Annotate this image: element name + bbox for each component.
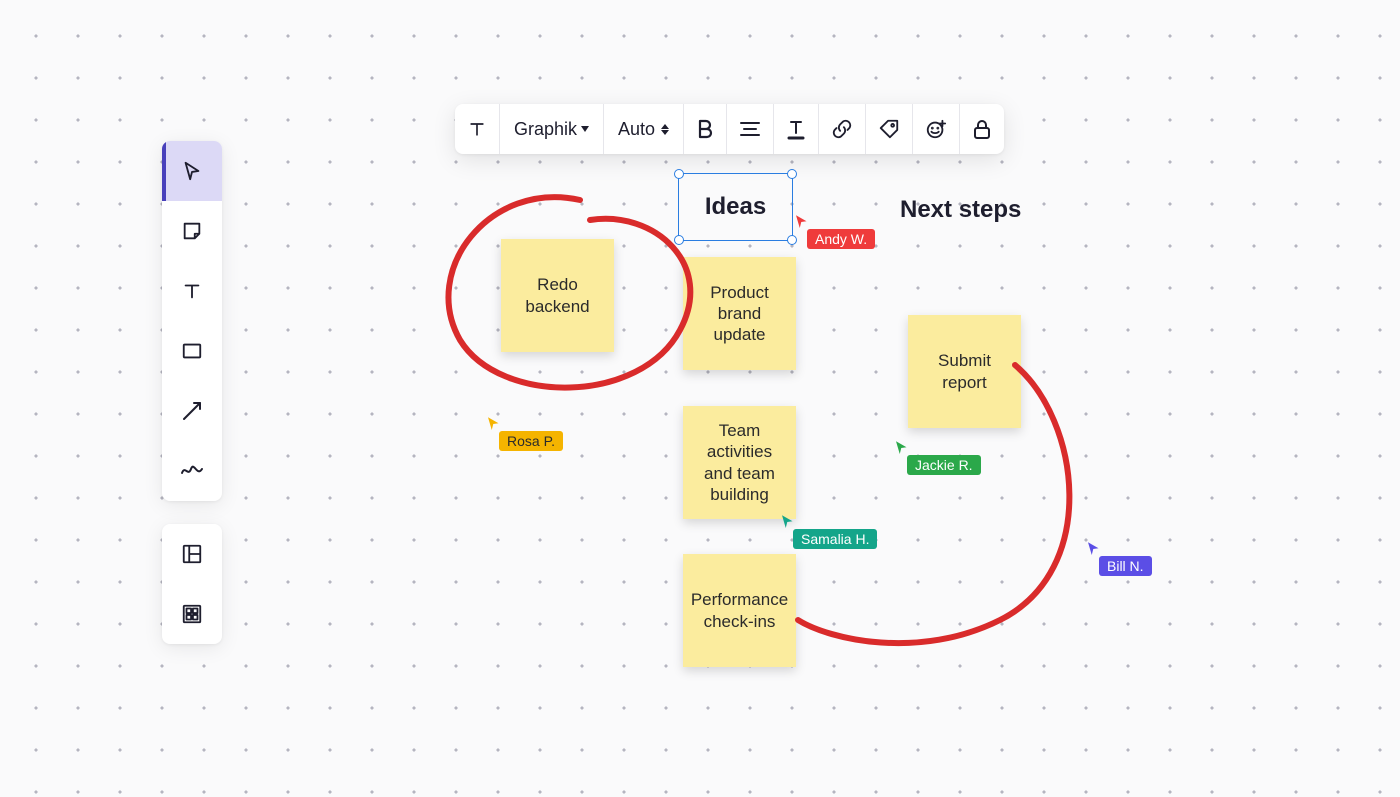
arrow-icon [180,399,204,423]
tool-sticky[interactable] [162,201,222,261]
text-element-next-steps[interactable]: Next steps [900,196,1021,224]
collab-name-tag: Samalia H. [793,529,877,549]
resize-handle-tl[interactable] [674,169,684,179]
sticky-note-icon [181,220,203,242]
rectangle-icon [181,341,203,361]
font-family-label: Graphik [514,119,577,140]
tool-shape[interactable] [162,321,222,381]
lock-icon [972,118,992,140]
tool-draw[interactable] [162,441,222,501]
next-steps-heading-label: Next steps [900,196,1021,223]
resize-handle-tr[interactable] [787,169,797,179]
collab-cursor-rosa: Rosa P. [485,415,503,433]
secondary-toolbar [162,524,222,644]
grid-icon [181,603,203,625]
chevron-down-icon [581,126,589,132]
sticky-redo-backend[interactable]: Redo backend [501,239,614,352]
bold-icon [696,119,714,139]
tag-button[interactable] [866,104,913,154]
sticky-label: Redo backend [509,274,606,317]
tool-apps[interactable] [162,584,222,644]
align-center-icon [739,120,761,138]
bold-button[interactable] [684,104,727,154]
collab-cursor-jackie: Jackie R. [893,439,911,457]
scribble-icon [180,463,204,479]
sticky-label: Team activities and team building [691,420,788,505]
collab-name-tag: Andy W. [807,229,875,249]
collab-cursor-samalia: Samalia H. [779,513,797,531]
sticky-label: Product brand update [691,282,788,346]
link-button[interactable] [819,104,866,154]
emoji-button[interactable] [913,104,960,154]
collab-name-tag: Rosa P. [499,431,563,451]
format-text-tool[interactable] [455,104,500,154]
stepper-icon [661,124,669,135]
font-family-dropdown[interactable]: Graphik [500,104,604,154]
emoji-icon [925,118,947,140]
text-element-ideas-selected[interactable]: Ideas [678,173,793,241]
tool-line[interactable] [162,381,222,441]
link-icon [831,118,853,140]
align-button[interactable] [727,104,774,154]
resize-handle-bl[interactable] [674,235,684,245]
text-tool-icon [467,118,487,140]
sticky-label: Performance check-ins [691,589,788,632]
resize-handle-br[interactable] [787,235,797,245]
collab-name-tag: Jackie R. [907,455,981,475]
sticky-submit-report[interactable]: Submit report [908,315,1021,428]
lock-button[interactable] [960,104,1004,154]
sticky-brand-update[interactable]: Product brand update [683,257,796,370]
text-icon [181,280,203,302]
layout-icon [181,543,203,565]
tool-select[interactable] [162,141,222,201]
collab-cursor-andy: Andy W. [793,213,811,231]
font-size-label: Auto [618,119,655,140]
tool-template[interactable] [162,524,222,584]
collab-name-tag: Bill N. [1099,556,1152,576]
tag-icon [878,118,900,140]
tool-text[interactable] [162,261,222,321]
main-toolbar [162,141,222,501]
sticky-performance[interactable]: Performance check-ins [683,554,796,667]
sticky-team-activities[interactable]: Team activities and team building [683,406,796,519]
ideas-heading-label: Ideas [705,193,766,221]
cursor-icon [181,160,203,182]
font-size-dropdown[interactable]: Auto [604,104,684,154]
collab-cursor-bill: Bill N. [1085,540,1103,558]
text-format-toolbar: Graphik Auto [455,104,1004,154]
sticky-label: Submit report [916,350,1013,393]
text-color-icon [786,118,806,140]
text-color-button[interactable] [774,104,819,154]
